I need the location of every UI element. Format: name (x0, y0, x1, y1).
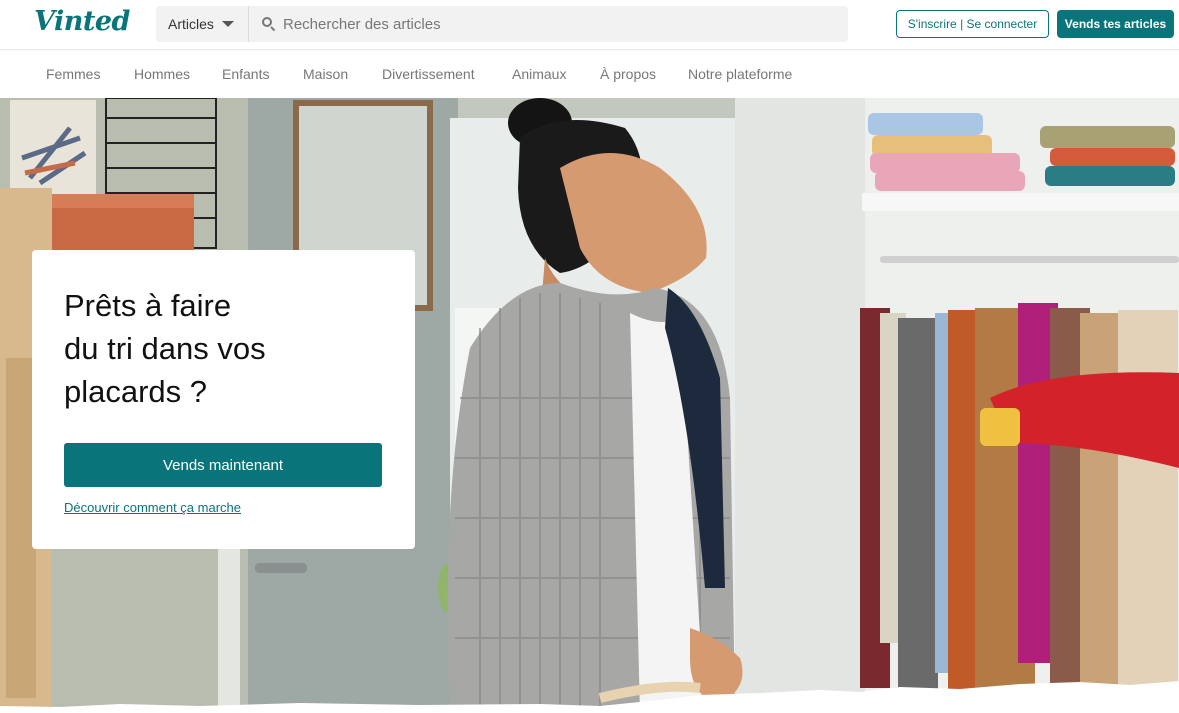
category-select[interactable]: Articles (156, 6, 249, 42)
hero-banner: Prêts à faire du tri dans vos placards ?… (0, 98, 1179, 713)
hero-card: Prêts à faire du tri dans vos placards ?… (32, 250, 415, 549)
nav-item-hommes[interactable]: Hommes (134, 66, 190, 82)
hero-title: Prêts à faire du tri dans vos placards ? (64, 284, 384, 413)
search-bar: Articles (156, 6, 848, 42)
hero-title-line: Prêts à faire (64, 288, 232, 323)
category-nav: Femmes Hommes Enfants Maison Divertissem… (0, 51, 1179, 97)
chevron-down-icon (221, 21, 234, 27)
signup-login-button[interactable]: S'inscrire | Se connecter (896, 10, 1049, 38)
torn-paper-edge (0, 681, 1179, 713)
hero-title-line: du tri dans vos (64, 331, 266, 366)
nav-item-animaux[interactable]: Animaux (512, 66, 566, 82)
nav-item-femmes[interactable]: Femmes (46, 66, 100, 82)
nav-item-enfants[interactable]: Enfants (222, 66, 269, 82)
nav-item-maison[interactable]: Maison (303, 66, 348, 82)
sell-items-button[interactable]: Vends tes articles (1057, 10, 1174, 38)
hero-title-line: placards ? (64, 374, 208, 409)
nav-item-notre-plateforme[interactable]: Notre plateforme (688, 66, 792, 82)
nav-item-a-propos[interactable]: À propos (600, 66, 656, 82)
vinted-logo[interactable]: Vinted (34, 6, 130, 37)
sell-now-button[interactable]: Vends maintenant (64, 443, 382, 487)
top-header: Vinted Articles S'inscrire | Se connecte… (0, 0, 1179, 50)
nav-item-divertissement[interactable]: Divertissement (382, 66, 475, 82)
how-it-works-link[interactable]: Découvrir comment ça marche (64, 500, 241, 515)
search-icon (262, 17, 276, 32)
category-select-label: Articles (168, 16, 214, 32)
search-input[interactable] (276, 6, 848, 42)
